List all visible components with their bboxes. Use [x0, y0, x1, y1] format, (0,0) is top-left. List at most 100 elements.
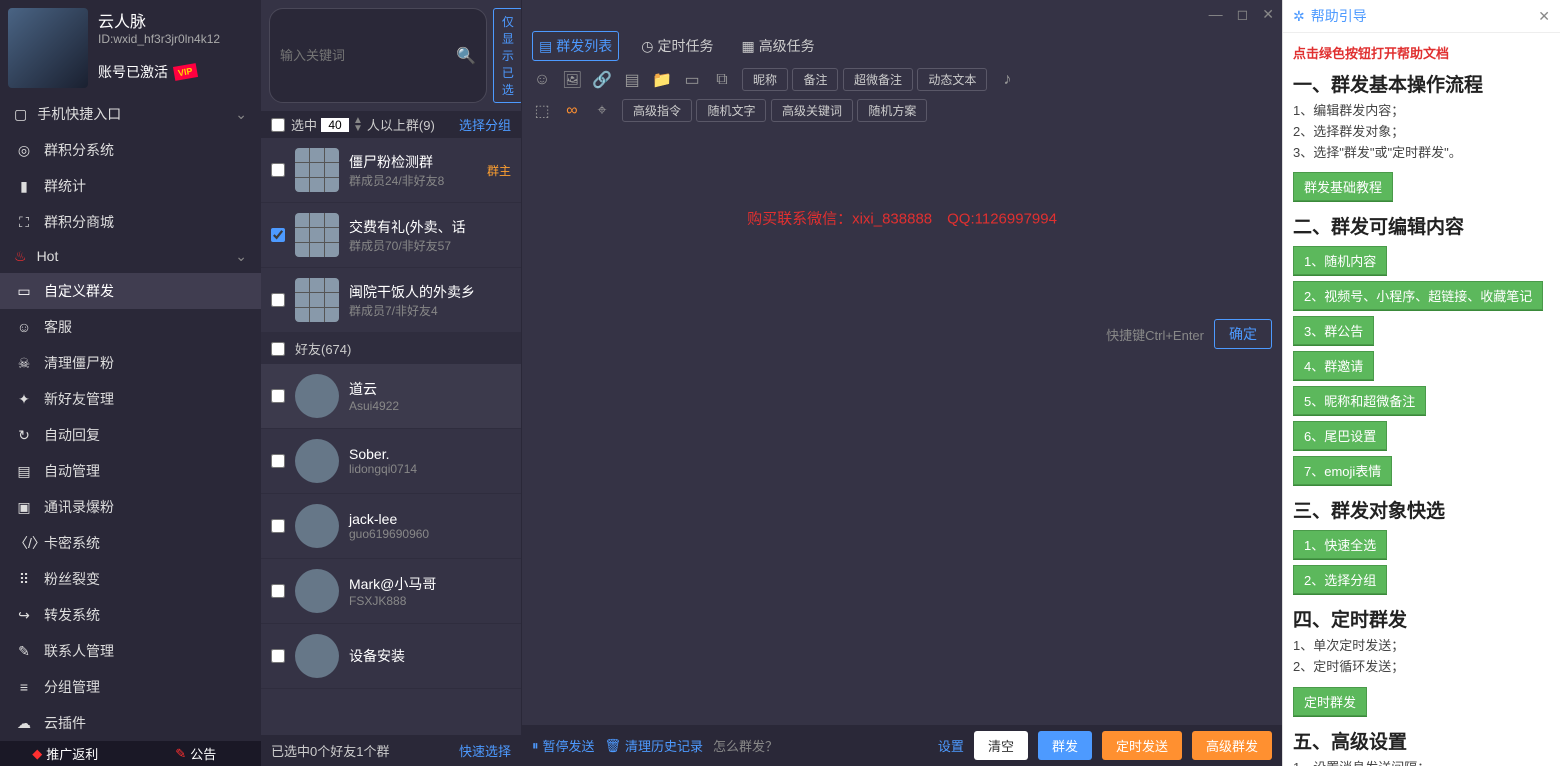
friend-item[interactable]: Sober.lidongqi0714: [261, 429, 521, 494]
howto-link[interactable]: 怎么群发？: [713, 736, 778, 755]
search-input[interactable]: [280, 48, 456, 63]
help-green-button[interactable]: 7、emoji表情: [1293, 456, 1392, 485]
confirm-button[interactable]: 确定: [1214, 319, 1272, 349]
quick-select-link[interactable]: 快速选择: [459, 741, 511, 760]
pill-button[interactable]: 备注: [792, 68, 838, 91]
music-icon[interactable]: ♪: [997, 71, 1017, 89]
card-icon[interactable]: ▤: [622, 70, 642, 90]
threshold-spinner[interactable]: ▲▼: [353, 117, 363, 133]
friend-avatar: [295, 569, 339, 613]
friend-checkbox[interactable]: [271, 519, 285, 533]
help-green-button[interactable]: 2、选择分组: [1293, 565, 1387, 594]
friend-item[interactable]: Mark@小马哥FSXJK888: [261, 559, 521, 624]
help-btn-basic[interactable]: 群发基础教程: [1293, 172, 1393, 201]
notice-link[interactable]: ✎公告: [131, 744, 262, 763]
help-green-button[interactable]: 5、昵称和超微备注: [1293, 386, 1426, 415]
editor-area[interactable]: 购买联系微信：xixi_838888 QQ:1126997994: [522, 126, 1282, 309]
help-green-button[interactable]: 2、视频号、小程序、超链接、收藏笔记: [1293, 281, 1543, 310]
search-icon[interactable]: 🔍: [456, 46, 476, 66]
clear-button[interactable]: 清空: [974, 731, 1028, 760]
file-icon[interactable]: ▭: [682, 70, 702, 90]
help-body: 点击绿色按钮打开帮助文档 一、群发基本操作流程 1、编辑群发内容；2、选择群发对…: [1283, 33, 1560, 766]
main-tab[interactable]: ▤群发列表: [532, 31, 619, 61]
nav-item[interactable]: ⛶群积分商城: [0, 204, 261, 240]
location-icon[interactable]: ⌖: [592, 102, 612, 120]
settings-link[interactable]: 设置: [938, 736, 964, 755]
pill-button[interactable]: 高级指令: [622, 99, 692, 122]
copy-icon[interactable]: ⧉: [712, 71, 732, 89]
group-item[interactable]: 交费有礼(外卖、话群成员70/非好友57: [261, 203, 521, 268]
nav-mobile-entry[interactable]: ▢手机快捷入口⌄: [0, 96, 261, 132]
friend-checkbox[interactable]: [271, 649, 285, 663]
nav-item[interactable]: ▭自定义群发: [0, 273, 261, 309]
pill-button[interactable]: 动态文本: [917, 68, 987, 91]
nav-item[interactable]: ◎群积分系统: [0, 132, 261, 168]
group-checkbox[interactable]: [271, 228, 285, 242]
emoji-icon[interactable]: ☺: [532, 71, 552, 89]
timed-send-button[interactable]: 定时发送: [1102, 731, 1182, 760]
link-icon[interactable]: 🔗: [592, 70, 612, 90]
close-icon[interactable]: ✕: [1262, 6, 1274, 23]
group-item[interactable]: 僵尸粉检测群群成员24/非好友8群主: [261, 138, 521, 203]
nav-item[interactable]: ☁云插件: [0, 705, 261, 741]
nav-item[interactable]: ▣通讯录爆粉: [0, 489, 261, 525]
nav-item[interactable]: ▤自动管理: [0, 453, 261, 489]
main-tab[interactable]: ▦高级任务: [735, 32, 820, 60]
select-all-groups-checkbox[interactable]: [271, 118, 285, 132]
nav-hot[interactable]: ♨Hot⌄: [0, 240, 261, 273]
friend-checkbox[interactable]: [271, 454, 285, 468]
pause-send-link[interactable]: ⏸暂停发送: [532, 736, 595, 755]
friend-checkbox[interactable]: [271, 584, 285, 598]
friend-avatar: [295, 634, 339, 678]
clear-history-link[interactable]: 🗑清理历史记录: [605, 736, 704, 755]
selection-status: 已选中0个好友1个群: [271, 741, 389, 760]
friend-item[interactable]: jack-leeguo619690960: [261, 494, 521, 559]
infinity-icon[interactable]: ∞: [562, 102, 582, 120]
promo-link[interactable]: ◆推广返利: [0, 744, 131, 763]
advanced-send-button[interactable]: 高级群发: [1192, 731, 1272, 760]
group-checkbox[interactable]: [271, 163, 285, 177]
image-icon[interactable]: 🖼: [562, 70, 582, 90]
user-avatar[interactable]: [8, 8, 88, 88]
nav-item[interactable]: 〈/〉卡密系统: [0, 525, 261, 561]
nav-item[interactable]: ✦新好友管理: [0, 381, 261, 417]
friend-checkbox[interactable]: [271, 389, 285, 403]
pill-button[interactable]: 昵称: [742, 68, 788, 91]
search-box[interactable]: 🔍: [269, 8, 487, 103]
help-close-icon[interactable]: ✕: [1538, 8, 1550, 25]
help-btn-timed[interactable]: 定时群发: [1293, 687, 1367, 716]
list-footer: 已选中0个好友1个群 快速选择: [261, 735, 521, 766]
nav-item[interactable]: ☠清理僵尸粉: [0, 345, 261, 381]
pill-button[interactable]: 随机方案: [857, 99, 927, 122]
group-item[interactable]: 闽院干饭人的外卖乡群成员7/非好友4: [261, 268, 521, 333]
choose-group-link[interactable]: 选择分组: [459, 115, 511, 134]
send-button[interactable]: 群发: [1038, 731, 1092, 760]
friend-item[interactable]: 设备安装: [261, 624, 521, 689]
nav-item[interactable]: ≡分组管理: [0, 669, 261, 705]
pill-button[interactable]: 超微备注: [843, 68, 913, 91]
nav-item[interactable]: ▮群统计: [0, 168, 261, 204]
help-green-button[interactable]: 6、尾巴设置: [1293, 421, 1387, 450]
help-green-button[interactable]: 1、快速全选: [1293, 530, 1387, 559]
only-selected-button[interactable]: 仅显示已选: [493, 8, 523, 103]
nav-item[interactable]: ⠿粉丝裂变: [0, 561, 261, 597]
pill-button[interactable]: 随机文字: [696, 99, 766, 122]
nav-item[interactable]: ↪转发系统: [0, 597, 261, 633]
nav-item[interactable]: ↻自动回复: [0, 417, 261, 453]
select-all-friends-checkbox[interactable]: [271, 342, 285, 356]
main-tab[interactable]: ◷定时任务: [635, 32, 719, 60]
group-checkbox[interactable]: [271, 293, 285, 307]
maximize-icon[interactable]: ◻: [1237, 6, 1249, 23]
minimize-icon[interactable]: —: [1209, 6, 1223, 22]
friends-header[interactable]: 好友(674): [261, 333, 521, 364]
nav-item[interactable]: ✎联系人管理: [0, 633, 261, 669]
help-green-button[interactable]: 1、随机内容: [1293, 246, 1387, 275]
member-threshold-input[interactable]: [321, 118, 349, 132]
help-green-button[interactable]: 3、群公告: [1293, 316, 1374, 345]
cube-icon[interactable]: ⬚: [532, 101, 552, 121]
folder-icon[interactable]: 📁: [652, 70, 672, 90]
help-green-button[interactable]: 4、群邀请: [1293, 351, 1374, 380]
nav-item[interactable]: ☺客服: [0, 309, 261, 345]
pill-button[interactable]: 高级关键词: [771, 99, 853, 122]
friend-item[interactable]: 道云Asui4922: [261, 364, 521, 429]
